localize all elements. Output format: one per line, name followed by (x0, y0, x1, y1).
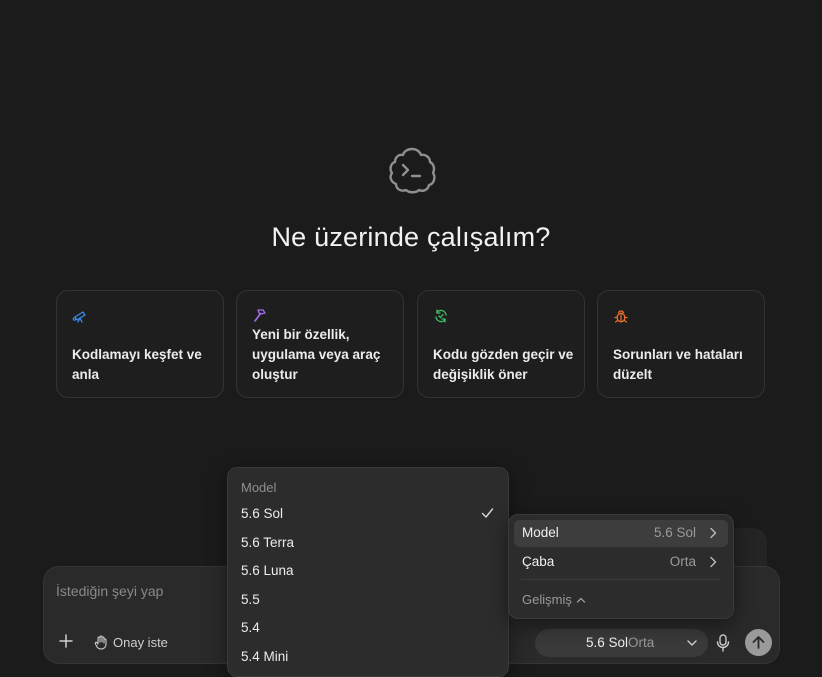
approval-button[interactable]: Onay iste (94, 633, 168, 651)
chevron-down-icon (687, 640, 697, 646)
model-option[interactable]: 5.4 (228, 614, 508, 642)
plus-icon[interactable] (58, 633, 74, 649)
arrow-up-icon (752, 636, 765, 649)
card-label: Kodlamayı keşfet ve anla (72, 347, 202, 382)
menu-item-model[interactable]: Model 5.6 Sol (514, 520, 728, 547)
model-selector[interactable]: 5.6 Sol Orta (535, 629, 708, 657)
chevron-right-icon (710, 556, 717, 568)
menu-item-value: 5.6 Sol (653, 525, 696, 540)
model-option-label: 5.5 (241, 592, 260, 607)
page-title: Ne üzerinde çalışalım? (271, 222, 551, 252)
microphone-icon[interactable] (715, 634, 731, 652)
card-label: Sorunları ve hataları düzelt (613, 347, 743, 382)
card-explore[interactable]: Kodlamayı keşfet ve anla (56, 290, 224, 398)
model-option[interactable]: 5.6 Luna (228, 557, 508, 585)
model-option[interactable]: 5.6 Sol (228, 500, 508, 528)
menu-item-value: Orta (669, 554, 696, 569)
menu-item-label: Çaba (522, 554, 555, 569)
hammer-icon (254, 309, 266, 322)
chevron-up-icon (576, 597, 585, 603)
review-cycle-icon (435, 309, 447, 323)
advanced-label: Gelişmiş (522, 592, 572, 607)
send-button[interactable] (745, 629, 772, 656)
prompt-input[interactable]: İstediğin şeyi yap (56, 583, 163, 599)
settings-menu: Model 5.6 Sol Çaba Orta Gelişmiş (508, 514, 734, 619)
model-option[interactable]: 5.6 Terra (228, 529, 508, 557)
model-option[interactable]: 5.4 Mini (228, 643, 508, 671)
card-review[interactable]: Kodu gözden geçir ve değişiklik öner (417, 290, 585, 398)
card-label: Yeni bir özellik, uygulama veya araç olu… (252, 327, 381, 382)
model-option-label: 5.6 Luna (241, 563, 294, 578)
menu-item-label: Model (522, 525, 559, 540)
terminal-cloud-icon (389, 147, 436, 194)
checkmark-icon (481, 508, 494, 518)
model-option-label: 5.4 Mini (241, 649, 289, 664)
menu-item-effort[interactable]: Çaba Orta (514, 549, 728, 576)
advanced-toggle[interactable]: Gelişmiş (522, 592, 586, 607)
card-build[interactable]: Yeni bir özellik, uygulama veya araç olu… (236, 290, 404, 398)
model-dropdown: Model 5.6 Sol 5.6 Terra 5.6 Luna 5.5 5.4… (227, 467, 509, 677)
card-fix[interactable]: Sorunları ve hataları düzelt (597, 290, 765, 398)
dropdown-header: Model (241, 480, 277, 495)
card-label: Kodu gözden geçir ve değişiklik öner (433, 347, 574, 382)
chevron-right-icon (710, 527, 717, 539)
model-option-label: 5.6 Sol (241, 506, 284, 521)
model-value: 5.6 Sol (586, 635, 629, 650)
effort-value: Orta (628, 635, 655, 650)
model-option-label: 5.4 (241, 620, 260, 635)
model-option[interactable]: 5.5 (228, 586, 508, 614)
bug-icon (614, 310, 628, 323)
approval-label: Onay iste (113, 634, 168, 650)
hand-icon (94, 634, 107, 650)
model-option-label: 5.6 Terra (241, 535, 295, 550)
telescope-icon (72, 311, 86, 323)
menu-divider (521, 579, 721, 580)
